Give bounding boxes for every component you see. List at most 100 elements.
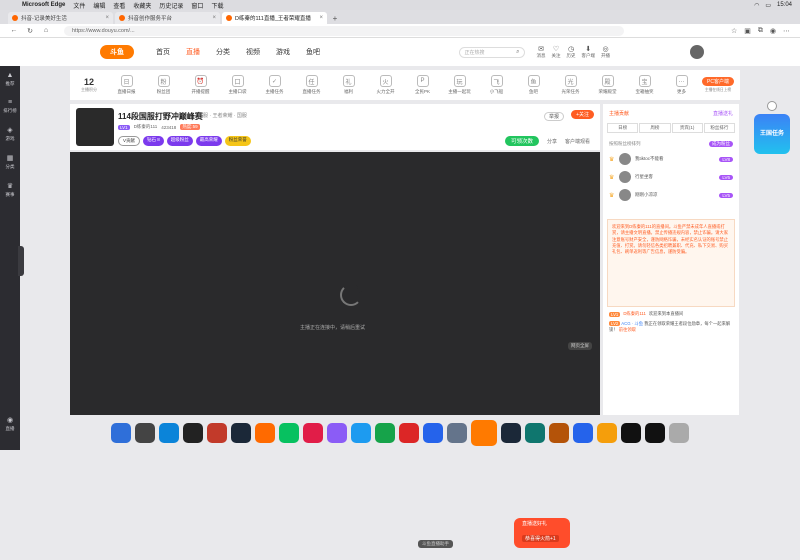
notes-icon[interactable] [597, 422, 617, 443]
menu-file[interactable]: 文件 [73, 1, 85, 10]
refresh-icon[interactable]: ↻ [24, 27, 36, 35]
sidebar-item-rank[interactable]: ≡ 排行榜 [0, 99, 20, 114]
douyu-logo[interactable]: 斗鱼 [100, 45, 134, 59]
badge[interactable]: 粉丝荣誉 [224, 136, 251, 146]
header-client[interactable]: ⬇ 客户端 [582, 45, 596, 59]
ribbon-item[interactable]: 光光荣任务 [552, 75, 589, 95]
game2-icon[interactable] [549, 422, 569, 443]
ribbon-item[interactable]: 粉粉丝团 [145, 75, 182, 95]
close-tab-icon[interactable]: × [105, 15, 109, 21]
qq-icon[interactable] [351, 422, 371, 443]
gift-promo-banner[interactable]: 直播送好礼 恭喜得火箭+1 斗鱼直播助手 [418, 510, 576, 560]
steam2-icon[interactable] [501, 422, 521, 443]
sidebar-item-events[interactable]: ♛ 赛事 [0, 182, 20, 198]
collections-icon[interactable]: ▣ [744, 27, 751, 35]
menu-app[interactable]: Microsoft Edge [22, 2, 65, 8]
ribbon-item[interactable]: 礼福利 [330, 75, 367, 95]
ribbon-item[interactable]: ✓ 主播任务 [256, 75, 293, 95]
tab-douyu-room[interactable]: D练秦的111直播_王者荣耀直播 × [222, 12, 327, 24]
menu-favorites[interactable]: 收藏夹 [133, 1, 151, 10]
ribbon-item-more[interactable]: … 更多 [663, 75, 700, 95]
nav-yuba[interactable]: 鱼吧 [306, 47, 320, 57]
league-icon[interactable] [525, 422, 545, 443]
close-tab-icon[interactable]: × [319, 15, 323, 21]
ribbon-item[interactable]: 日直播日报 [108, 75, 145, 95]
site-search-input[interactable]: 正在热搜 ⌕ [458, 46, 525, 58]
report-button[interactable]: 举报 [543, 112, 564, 121]
tab-creator[interactable]: 抖音创作服务平台 × [115, 12, 220, 24]
ribbon-item[interactable]: 火火力全开 [367, 75, 404, 95]
tab-fans[interactable]: 粉丝排行 [703, 123, 735, 133]
badge[interactable]: 钻石 8 [143, 136, 164, 146]
ribbon-item[interactable]: ⏰ 开播提醒 [182, 75, 219, 95]
badge[interactable]: 超级粉丝 [166, 136, 193, 146]
user-avatar[interactable] [690, 45, 704, 59]
become-fan-button[interactable]: 成为粉丝 [709, 141, 733, 147]
nav-video[interactable]: 视频 [246, 47, 260, 57]
chat-username[interactable]: ACG · 斗鱼 [621, 321, 643, 326]
terminal-icon[interactable] [183, 422, 203, 443]
clock-text[interactable]: 15:04 [777, 2, 792, 8]
nav-live[interactable]: 直播 [186, 47, 200, 57]
url-field[interactable]: https://www.douyu.com/... [64, 25, 624, 36]
wechat-icon[interactable] [279, 422, 299, 443]
badge[interactable]: 最高荣耀 [195, 136, 222, 146]
list-item[interactable]: ♛ 刚刚小凉凉 LV5 [609, 189, 733, 201]
header-history[interactable]: ◷ 历史 [567, 45, 576, 59]
header-follow[interactable]: ♡ 关注 [552, 45, 561, 59]
trash-icon[interactable] [669, 422, 689, 443]
sidebar-item-live[interactable]: ◉ 直播 [0, 416, 20, 432]
edge-icon[interactable] [159, 422, 179, 443]
tab-daily[interactable]: 日榜 [607, 123, 639, 133]
float-task-badge[interactable]: 王国任务 [754, 114, 790, 154]
extensions-icon[interactable]: ⧉ [758, 27, 763, 35]
header-messages[interactable]: ✉ 消息 [537, 45, 546, 59]
ribbon-item[interactable]: 玩主播一起玩 [441, 75, 478, 95]
anchor-avatar[interactable] [76, 108, 114, 146]
launchpad-icon[interactable] [135, 422, 155, 443]
sidebar-collapse-handle[interactable] [18, 246, 24, 276]
nav-games[interactable]: 游戏 [276, 47, 290, 57]
menu-history[interactable]: 历史记录 [159, 1, 183, 10]
contrib-tab[interactable]: 主播贡献 [609, 110, 629, 117]
chat-username[interactable]: D练秦的111 [623, 311, 646, 317]
nav-category[interactable]: 分类 [216, 47, 230, 57]
menu-downloads[interactable]: 下载 [211, 1, 223, 10]
ribbon-item[interactable]: 口主播口袋 [219, 75, 256, 95]
header-broadcast[interactable]: ◎ 开播 [601, 45, 610, 59]
tab-douyin[interactable]: 抖音-记录美好生活 × [8, 12, 113, 24]
float-close-icon[interactable] [767, 101, 777, 111]
taobao-icon[interactable] [255, 422, 275, 443]
tab-vip[interactable]: 贵宾(1) [671, 123, 703, 133]
sidebar-item-recommend[interactable]: ▲ 推荐 [0, 72, 20, 87]
tab-weekly[interactable]: 周榜 [639, 123, 671, 133]
more-icon[interactable]: ⋯ [783, 27, 790, 35]
ribbon-item[interactable]: P 全民PK [404, 75, 441, 95]
battery-icon[interactable]: ▭ [765, 2, 771, 9]
menu-view[interactable]: 查看 [113, 1, 125, 10]
badge[interactable]: V贡献 [118, 136, 141, 146]
search-icon[interactable]: ⌕ [516, 49, 519, 56]
back-icon[interactable]: ← [8, 27, 20, 34]
home-icon[interactable]: ⌂ [40, 27, 52, 34]
favorites-star-icon[interactable]: ☆ [731, 27, 737, 35]
close-tab-icon[interactable]: × [212, 15, 216, 21]
gift-tab[interactable]: 直播送礼 [713, 110, 733, 117]
ribbon-item[interactable]: 宝宝箱抽奖 [626, 75, 663, 95]
ribbon-item[interactable]: 鱼鱼吧 [515, 75, 552, 95]
video-icon[interactable] [327, 422, 347, 443]
claim-link[interactable]: 前往领取 [619, 327, 636, 332]
wifi-icon[interactable]: ◠ [754, 2, 759, 9]
list-item[interactable]: ♛ 我tiktoc不能看 LV8 [609, 153, 733, 165]
menu-edit[interactable]: 编辑 [93, 1, 105, 10]
folder-icon[interactable] [447, 422, 467, 443]
media-icon[interactable] [621, 422, 641, 443]
nav-home[interactable]: 首页 [156, 47, 170, 57]
ribbon-item[interactable]: 任直播任务 [293, 75, 330, 95]
room-category[interactable]: 韩服 · 王者荣耀 · 国服 [198, 112, 247, 119]
zoom-icon[interactable] [423, 422, 443, 443]
new-tab-button[interactable]: + [329, 12, 341, 24]
sidebar-item-category[interactable]: ▦ 分类 [0, 154, 20, 170]
video-player[interactable]: 主播正在连接中，请稍后重试 网页全屏 直播送好礼 恭喜得火箭+1 斗鱼直播助手 [70, 152, 600, 548]
maps-icon[interactable] [375, 422, 395, 443]
